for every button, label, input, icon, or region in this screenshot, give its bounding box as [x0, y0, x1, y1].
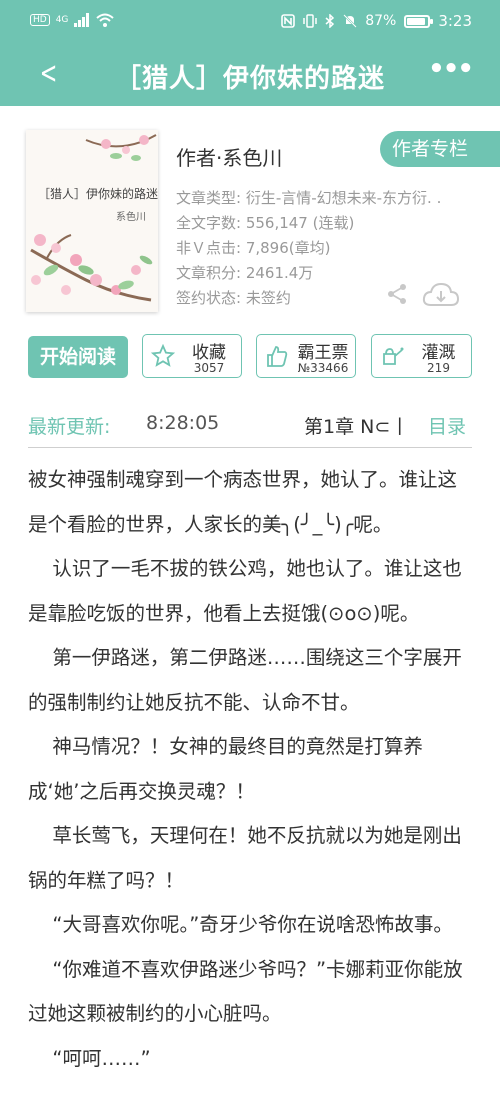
wifi-icon [96, 13, 115, 27]
battery-fill [407, 17, 425, 25]
author-name[interactable]: 作者·系色川 [176, 142, 282, 171]
nfc-icon [281, 14, 295, 28]
water-label: 灌溉 [421, 343, 456, 363]
meta-sign-status: 签约状态: 未签约 [176, 289, 291, 307]
synopsis-paragraph: “你难道不喜欢伊路迷少爷吗？”卡娜莉亚你能放过她这颗被制约的小心脏吗。 [28, 957, 463, 1026]
author-column-button[interactable]: 作者专栏 [380, 131, 500, 167]
battery-percent: 87% [365, 13, 397, 29]
status-bar: HD 4G 87% 3:23 [0, 0, 500, 44]
clock: 3:23 [438, 12, 472, 30]
share-icon[interactable] [386, 283, 408, 305]
book-synopsis: 被女神强制魂穿到一个病态世界，她认了。谁让这是个看脸的世界，人家长的美╮(╯_╰… [28, 458, 472, 1081]
meta-genre: 文章类型: 衍生-言情-幻想未来-东方衍. . [176, 189, 442, 207]
app-bar: < ［猎人］伊你妹的路迷 ••• [0, 44, 500, 106]
start-reading-button[interactable]: 开始阅读 [28, 336, 128, 378]
status-right: 87% 3:23 [281, 12, 472, 30]
mute-icon [343, 14, 357, 28]
book-cover[interactable]: ［猎人］伊你妹的路迷 系色川 [26, 130, 158, 312]
battery-icon [404, 14, 434, 28]
ticket-label: 霸王票 [297, 343, 349, 363]
synopsis-paragraph: “呵呵……” [52, 1046, 151, 1070]
status-left: HD 4G [30, 13, 115, 27]
more-icon[interactable]: ••• [428, 54, 474, 84]
page-title: ［猎人］伊你妹的路迷 [114, 64, 385, 94]
signal-icon [74, 13, 90, 27]
bluetooth-icon [325, 14, 335, 28]
ticket-count: №33466 [297, 361, 349, 375]
latest-update-time: 8:28:05 [146, 412, 220, 434]
favorite-button[interactable]: 收藏 3057 [142, 334, 242, 378]
network-4g-icon: 4G [55, 15, 69, 25]
divider [28, 447, 472, 448]
vibrate-icon [303, 14, 317, 28]
favorite-label: 收藏 [192, 343, 226, 363]
water-button[interactable]: 灌溉 219 [371, 334, 472, 378]
download-cloud-icon[interactable] [422, 281, 460, 309]
favorite-count: 3057 [193, 361, 225, 375]
synopsis-paragraph: 认识了一毛不拔的铁公鸡，她也认了。谁让这也是靠脸吃饭的世界，他看上去挺饿(⊙o⊙… [28, 557, 462, 625]
hd-icon: HD [30, 14, 50, 26]
meta-clicks: 非Ｖ点击: 7,896(章均) [176, 239, 331, 257]
latest-chapter-title[interactable]: 第1章 N⊂丨 [304, 412, 409, 439]
water-count: 219 [427, 361, 450, 375]
table-of-contents-link[interactable]: 目录 [428, 412, 466, 439]
cover-title: ［猎人］伊你妹的路迷 [38, 187, 158, 201]
meta-word-count: 全文字数: 556,147 (连载) [176, 214, 355, 232]
synopsis-paragraph: 被女神强制魂穿到一个病态世界，她认了。谁让这是个看脸的世界，人家长的美╮(╯_╰… [28, 468, 458, 536]
synopsis-paragraph: “大哥喜欢你呢。”奇牙少爷你在说啥恐怖故事。 [52, 913, 453, 936]
meta-score: 文章积分: 2461.4万 [176, 264, 314, 282]
overlord-ticket-button[interactable]: 霸王票 №33466 [256, 334, 356, 378]
latest-update-label: 最新更新: [28, 416, 111, 438]
synopsis-paragraph: 神马情况？！女神的最终目的竟然是打算养成‘她’之后再交换灵魂？！ [28, 735, 423, 803]
synopsis-paragraph: 第一伊路迷，第二伊路迷……围绕这三个字展开的强制制约让她反抗不能、认命不甘。 [28, 646, 462, 714]
synopsis-paragraph: 草长莺飞，天理何在！她不反抗就以为她是刚出锅的年糕了吗？！ [28, 824, 462, 892]
latest-update-row[interactable]: 最新更新: 8:28:05 第1章 N⊂丨 目录 [28, 412, 472, 440]
cover-author: 系色川 [116, 212, 146, 223]
